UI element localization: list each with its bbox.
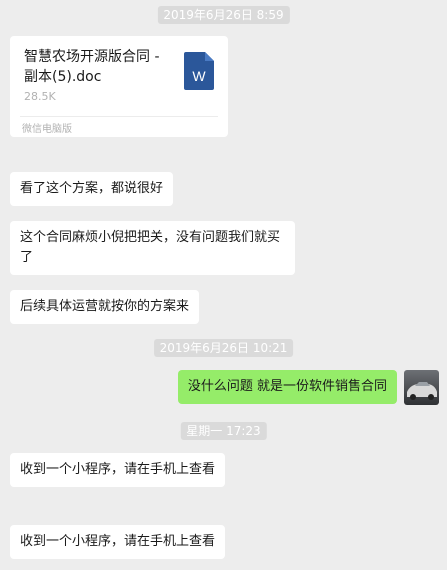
- file-size: 28.5K: [24, 90, 56, 103]
- timestamp-3: 星期一 17:23: [180, 422, 267, 440]
- word-doc-icon: W: [184, 52, 214, 90]
- message-bubble-2[interactable]: 这个合同麻烦小倪把把关，没有问题我们就买了: [10, 221, 295, 275]
- timestamp-1: 2019年6月26日 8:59: [157, 6, 290, 24]
- timestamp-2: 2019年6月26日 10:21: [153, 339, 294, 357]
- message-bubble-1[interactable]: 看了这个方案，都说很好: [10, 172, 174, 206]
- file-source-label: 微信电脑版: [22, 124, 72, 135]
- word-icon-letter: W: [192, 68, 206, 84]
- file-message-card[interactable]: 智慧农场开源版合同 - 副本(5).doc 28.5K W 微信电脑版: [10, 36, 228, 137]
- message-bubble-miniprogram-2[interactable]: 收到一个小程序，请在手机上查看: [10, 525, 226, 559]
- file-card-divider: [20, 116, 218, 117]
- message-bubble-outgoing[interactable]: 没什么问题 就是一份软件销售合同: [177, 370, 397, 404]
- message-bubble-3[interactable]: 后续具体运营就按你的方案来: [10, 290, 200, 324]
- message-bubble-miniprogram-1[interactable]: 收到一个小程序，请在手机上查看: [10, 453, 226, 487]
- file-name: 智慧农场开源版合同 - 副本(5).doc: [24, 49, 160, 85]
- my-avatar[interactable]: [404, 370, 439, 405]
